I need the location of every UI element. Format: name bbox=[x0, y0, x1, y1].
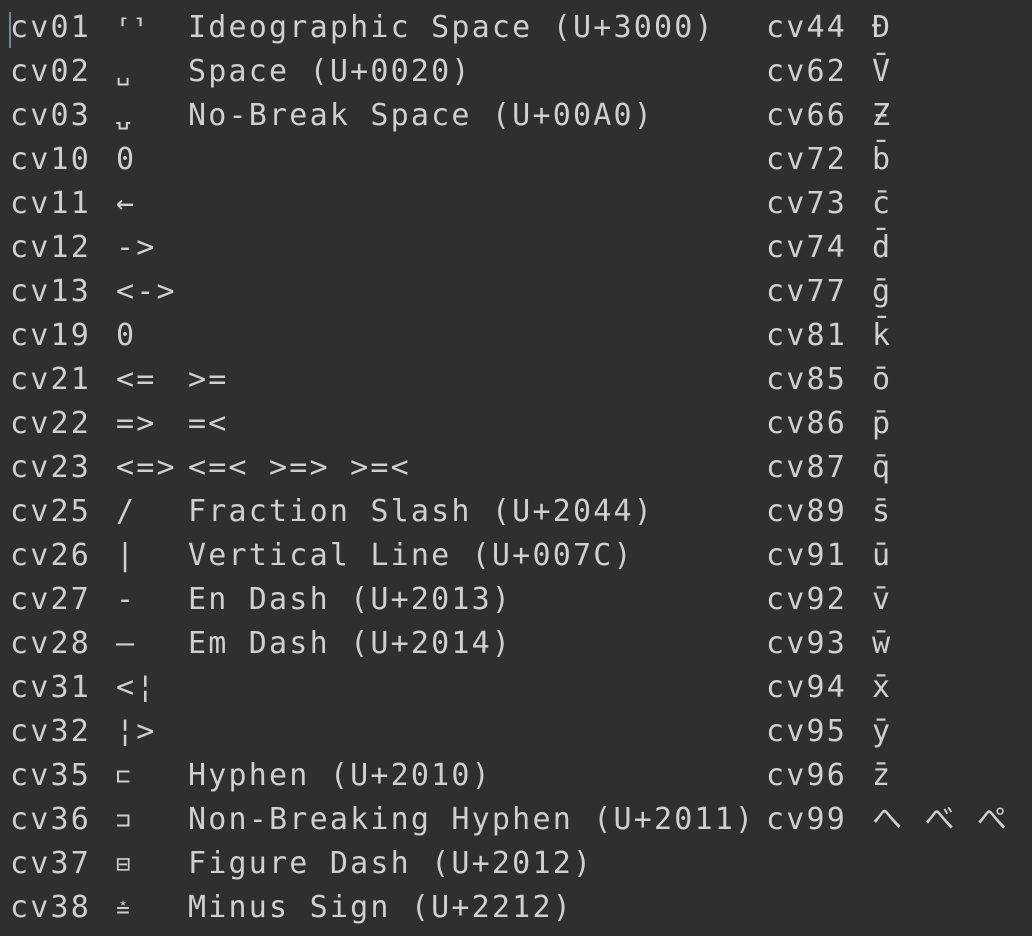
glyph-sample: 0 bbox=[116, 142, 137, 177]
glyph-description: Space (U+0020) bbox=[188, 54, 472, 89]
glyph-description: Em Dash (U+2014) bbox=[188, 626, 513, 661]
glyph-sample: x̄ bbox=[872, 670, 893, 705]
glyph-sample: ⊐ bbox=[116, 806, 133, 834]
glyph-description: <=< >=> >=< bbox=[188, 450, 411, 485]
glyph-sample: b̄ bbox=[872, 142, 893, 177]
glyph-sample: q̄ bbox=[872, 450, 893, 485]
glyph-sample: 0 bbox=[116, 318, 137, 353]
feature-code: cv10 bbox=[10, 142, 92, 177]
glyph-sample: - bbox=[116, 582, 137, 617]
feature-code: cv62 bbox=[766, 54, 848, 89]
glyph-description: >= bbox=[188, 362, 229, 397]
feature-code: cv35 bbox=[10, 758, 92, 793]
glyph-sample: ⸢⸣ bbox=[116, 14, 150, 42]
feature-code: cv95 bbox=[766, 714, 848, 749]
glyph-sample: ⊟ bbox=[116, 850, 133, 878]
feature-code: cv36 bbox=[10, 802, 92, 837]
feature-code: cv93 bbox=[766, 626, 848, 661]
glyph-sample: ⍽ bbox=[116, 102, 133, 130]
glyph-description: No-Break Space (U+00A0) bbox=[188, 98, 655, 133]
glyph-sample: Ƶ bbox=[872, 98, 893, 133]
feature-code: cv74 bbox=[766, 230, 848, 265]
feature-code: cv92 bbox=[766, 582, 848, 617]
glyph-sample: / bbox=[116, 494, 137, 529]
feature-code: cv01 bbox=[10, 10, 92, 45]
glyph-sample: ␣ bbox=[116, 58, 133, 86]
feature-code: cv87 bbox=[766, 450, 848, 485]
feature-code: cv22 bbox=[10, 406, 92, 441]
glyph-sample: => bbox=[116, 406, 157, 441]
feature-code: cv91 bbox=[766, 538, 848, 573]
glyph-sample: ȳ bbox=[872, 714, 893, 749]
feature-code: cv13 bbox=[10, 274, 92, 309]
glyph-sample: ū bbox=[872, 538, 893, 573]
glyph-sample: ⊏ bbox=[116, 762, 133, 790]
glyph-sample: | bbox=[116, 538, 137, 573]
feature-code: cv99 bbox=[766, 802, 848, 837]
feature-code: cv81 bbox=[766, 318, 848, 353]
glyph-description: Ideographic Space (U+3000) bbox=[188, 10, 715, 45]
glyph-sample: w̄ bbox=[872, 626, 893, 661]
feature-code: cv96 bbox=[766, 758, 848, 793]
glyph-description: Vertical Line (U+007C) bbox=[188, 538, 634, 573]
feature-code: cv44 bbox=[766, 10, 848, 45]
glyph-description: En Dash (U+2013) bbox=[188, 582, 513, 617]
glyph-sample: z̄ bbox=[872, 758, 893, 793]
feature-code: cv26 bbox=[10, 538, 92, 573]
glyph-sample: ¦> bbox=[116, 714, 157, 749]
glyph-sample: ḡ bbox=[872, 274, 893, 309]
glyph-sample: s̄ bbox=[872, 494, 893, 529]
glyph-sample: <= bbox=[116, 362, 157, 397]
glyph-description: Non-Breaking Hyphen (U+2011) bbox=[188, 802, 756, 837]
feature-code: cv32 bbox=[10, 714, 92, 749]
glyph-description: Minus Sign (U+2212) bbox=[188, 890, 573, 925]
editor-pane[interactable]: cv01 ⸢⸣ Ideographic Space (U+3000) cv02 ␣ Sp… bbox=[0, 0, 1032, 936]
feature-code: cv38 bbox=[10, 890, 92, 925]
glyph-description: Fraction Slash (U+2044) bbox=[188, 494, 655, 529]
feature-code: cv73 bbox=[766, 186, 848, 221]
feature-code: cv03 bbox=[10, 98, 92, 133]
glyph-sample: <=> bbox=[116, 450, 177, 485]
feature-code: cv66 bbox=[766, 98, 848, 133]
glyph-sample: <¦ bbox=[116, 670, 157, 705]
glyph-description: Hyphen (U+2010) bbox=[188, 758, 492, 793]
feature-code: cv72 bbox=[766, 142, 848, 177]
feature-code: cv02 bbox=[10, 54, 92, 89]
glyph-description: =< bbox=[188, 406, 229, 441]
feature-code: cv77 bbox=[766, 274, 848, 309]
glyph-sample: Đ bbox=[872, 10, 893, 45]
feature-code: cv12 bbox=[10, 230, 92, 265]
glyph-sample: v̄ bbox=[872, 582, 893, 617]
glyph-sample: へ べ ぺ bbox=[872, 802, 1010, 837]
feature-code: cv21 bbox=[10, 362, 92, 397]
glyph-sample: ← bbox=[116, 186, 137, 221]
feature-code: cv37 bbox=[10, 846, 92, 881]
feature-code: cv89 bbox=[766, 494, 848, 529]
feature-code: cv23 bbox=[10, 450, 92, 485]
glyph-sample: p̄ bbox=[872, 406, 893, 441]
feature-code: cv19 bbox=[10, 318, 92, 353]
glyph-sample: k̄ bbox=[872, 318, 893, 353]
feature-code: cv86 bbox=[766, 406, 848, 441]
glyph-sample: V̄ bbox=[872, 54, 893, 89]
glyph-sample: d̄ bbox=[872, 230, 893, 265]
feature-code: cv28 bbox=[10, 626, 92, 661]
glyph-sample: -> bbox=[116, 230, 157, 265]
glyph-sample: <-> bbox=[116, 274, 177, 309]
glyph-sample: c̄ bbox=[872, 186, 893, 221]
feature-code: cv25 bbox=[10, 494, 92, 529]
feature-code: cv31 bbox=[10, 670, 92, 705]
feature-code: cv11 bbox=[10, 186, 92, 221]
glyph-sample: ⩮ bbox=[116, 894, 133, 922]
feature-code: cv85 bbox=[766, 362, 848, 397]
feature-code: cv94 bbox=[766, 670, 848, 705]
glyph-sample: — bbox=[116, 626, 137, 661]
glyph-sample: ō bbox=[872, 362, 893, 397]
feature-code: cv27 bbox=[10, 582, 92, 617]
glyph-description: Figure Dash (U+2012) bbox=[188, 846, 594, 881]
